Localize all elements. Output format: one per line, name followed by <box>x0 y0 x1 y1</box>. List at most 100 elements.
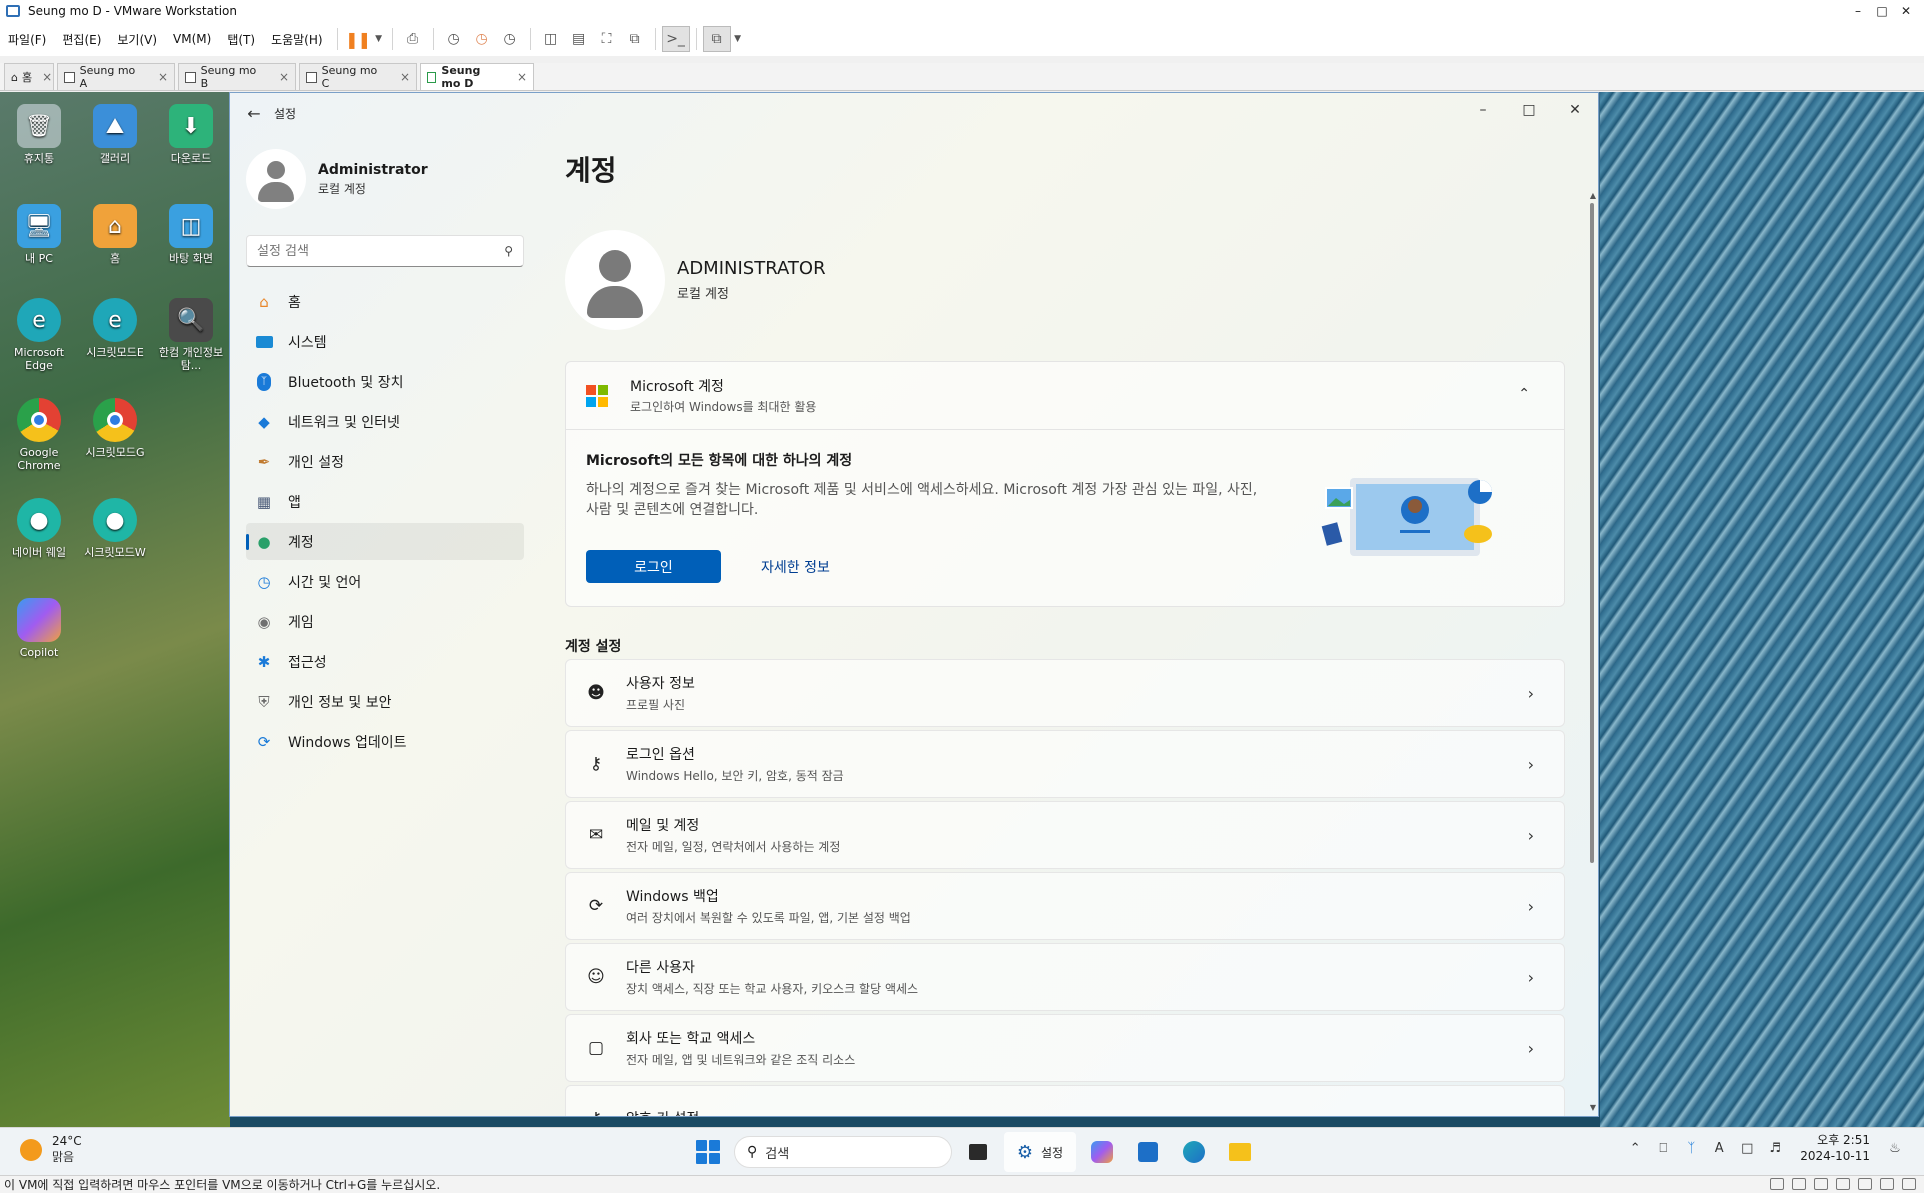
usb-icon[interactable]: ⎕ <box>1654 1139 1672 1157</box>
desktop-icon-gallery[interactable]: ⛰ 갤러리 <box>80 104 150 165</box>
tab-home[interactable]: ⌂ 홈 × <box>4 63 54 90</box>
desktop-icon-chrome[interactable]: Google Chrome <box>4 398 74 472</box>
menu-tabs[interactable]: 탭(T) <box>219 31 263 48</box>
sidebar-item-accounts[interactable]: ● 계정 <box>246 523 524 560</box>
desktop-icon-recycle-bin[interactable]: 🗑 휴지통 <box>4 104 74 165</box>
desktop-icon-secret-chrome[interactable]: 시크릿모드G <box>80 398 150 459</box>
full-screen-icon[interactable]: ⛶ <box>593 26 621 52</box>
scroll-up-arrow-icon[interactable]: ▲ <box>1590 191 1596 200</box>
bluetooth-icon[interactable]: ᛉ <box>1682 1139 1700 1157</box>
scroll-down-arrow-icon[interactable]: ▼ <box>1590 1103 1596 1112</box>
chevron-up-icon[interactable]: ⌃ <box>1626 1139 1644 1157</box>
desktop-icon-secret-whale[interactable]: ● 시크릿모드W <box>80 498 150 559</box>
chevron-up-icon[interactable]: ⌃ <box>1518 386 1530 402</box>
network-icon[interactable]: □ <box>1738 1139 1756 1157</box>
sound-card-icon[interactable] <box>1858 1178 1872 1190</box>
taskbar-app-settings[interactable]: ⚙ 설정 <box>1004 1132 1076 1172</box>
stretch-dropdown-icon[interactable]: ▼ <box>731 26 745 52</box>
copilot-icon[interactable] <box>1082 1132 1122 1172</box>
close-icon[interactable]: × <box>517 70 527 84</box>
snapshot-icon[interactable]: ◷ <box>440 26 468 52</box>
list-item-other-users[interactable]: ☺ 다른 사용자 장치 액세스, 직장 또는 학교 사용자, 키오스크 할당 액… <box>565 943 1565 1011</box>
desktop-icon-whale[interactable]: ● 네이버 웨일 <box>4 498 74 559</box>
tab-seung-mo-a[interactable]: Seung mo A × <box>57 63 175 90</box>
send-ctrl-alt-del-icon[interactable]: ⎙ <box>399 26 427 52</box>
console-view-icon[interactable]: >_ <box>661 26 690 52</box>
back-arrow-icon[interactable]: ← <box>234 93 274 133</box>
scrollbar-thumb[interactable] <box>1590 203 1594 863</box>
desktop-icon-this-pc[interactable]: 🖥 내 PC <box>4 204 74 265</box>
sidebar-item-windows-update[interactable]: ⟳ Windows 업데이트 <box>246 723 524 760</box>
list-item-sign-in-options[interactable]: ⚷ 로그인 옵션 Windows Hello, 보안 키, 암호, 동적 잠금 … <box>565 730 1565 798</box>
hard-disk-icon[interactable] <box>1770 1178 1784 1190</box>
settings-search-box[interactable]: ⚲ <box>246 235 524 267</box>
file-explorer-icon[interactable] <box>1220 1132 1260 1172</box>
menu-vm[interactable]: VM(M) <box>165 32 219 46</box>
task-view-icon[interactable] <box>958 1132 998 1172</box>
sidebar-item-system[interactable]: 시스템 <box>246 323 524 360</box>
close-icon[interactable]: × <box>42 70 52 84</box>
settings-window[interactable]: ← 설정 – □ ✕ Administrator 로컬 계정 ⚲ ⌂ 홈 시스템… <box>229 92 1599 1117</box>
desktop-icon-desktop[interactable]: ◫ 바탕 화면 <box>156 204 226 265</box>
tab-seung-mo-b[interactable]: Seung mo B × <box>178 63 296 90</box>
sidebar-item-home[interactable]: ⌂ 홈 <box>246 283 524 320</box>
maximize-button[interactable]: □ <box>1870 2 1894 20</box>
sidebar-item-gaming[interactable]: ◉ 게임 <box>246 603 524 640</box>
cd-dvd-icon[interactable] <box>1792 1178 1806 1190</box>
pause-dropdown-icon[interactable]: ▼ <box>372 26 386 52</box>
notification-bell-icon[interactable]: ♨ <box>1886 1139 1904 1157</box>
list-item-windows-backup[interactable]: ⟳ Windows 백업 여러 장치에서 복원할 수 있도록 파일, 앱, 기본… <box>565 872 1565 940</box>
desktop-icon-copilot[interactable]: Copilot <box>4 598 74 659</box>
list-item-passkey[interactable]: ⚷ 암호 키 설정 › <box>565 1085 1565 1116</box>
close-icon[interactable]: × <box>279 70 289 84</box>
close-button[interactable]: ✕ <box>1894 2 1918 20</box>
close-icon[interactable]: × <box>158 70 168 84</box>
stretch-guest-icon[interactable]: ⧉ <box>702 26 731 52</box>
microsoft-account-card-header[interactable]: Microsoft 계정 로그인하여 Windows를 최대한 활용 ⌃ <box>566 362 1564 430</box>
list-item-work-school[interactable]: ▢ 회사 또는 학교 액세스 전자 메일, 앱 및 네트워크와 같은 조직 리소… <box>565 1014 1565 1082</box>
fit-guest-icon[interactable] <box>1902 1178 1916 1190</box>
snapshot-manager-icon[interactable]: ◷ <box>496 26 524 52</box>
menu-view[interactable]: 보기(V) <box>109 31 165 48</box>
start-button[interactable] <box>688 1132 728 1172</box>
desktop-icon-downloads[interactable]: ⬇ 다운로드 <box>156 104 226 165</box>
learn-more-link[interactable]: 자세한 정보 <box>761 557 830 577</box>
search-input[interactable] <box>257 243 505 259</box>
clock[interactable]: 오후 2:51 2024-10-11 <box>1800 1132 1870 1164</box>
menu-edit[interactable]: 편집(E) <box>54 31 109 48</box>
menu-file[interactable]: 파일(F) <box>0 31 54 48</box>
unity-icon[interactable]: ⧉ <box>621 26 649 52</box>
sidebar-item-privacy[interactable]: ⛨ 개인 정보 및 보안 <box>246 683 524 720</box>
sidebar-item-bluetooth[interactable]: ᛉ Bluetooth 및 장치 <box>246 363 524 400</box>
taskbar-search[interactable]: ⚲ 검색 <box>734 1136 952 1168</box>
weather-widget[interactable]: 24°C 맑음 <box>20 1134 82 1165</box>
desktop-icon-hancom[interactable]: 🔍 한컴 개인정보탐... <box>156 298 226 372</box>
desktop-icon-secret-edge[interactable]: e 시크릿모드E <box>80 298 150 359</box>
sidebar-item-personalization[interactable]: ✒ 개인 설정 <box>246 443 524 480</box>
menu-help[interactable]: 도움말(H) <box>263 31 331 48</box>
network-adapter-icon[interactable] <box>1814 1178 1828 1190</box>
sidebar-item-network[interactable]: ◆ 네트워크 및 인터넷 <box>246 403 524 440</box>
pause-icon[interactable]: ❚❚ <box>344 26 372 52</box>
list-item-email-accounts[interactable]: ✉ 메일 및 계정 전자 메일, 일정, 연락처에서 사용하는 계정 › <box>565 801 1565 869</box>
sidebar-item-time-language[interactable]: ◷ 시간 및 언어 <box>246 563 524 600</box>
sign-in-button[interactable]: 로그인 <box>586 550 721 583</box>
library-icon[interactable]: ◫ <box>537 26 565 52</box>
desktop-icon-home[interactable]: ⌂ 홈 <box>80 204 150 265</box>
message-log-icon[interactable] <box>1880 1178 1894 1190</box>
sidebar-user-card[interactable]: Administrator 로컬 계정 <box>246 149 428 209</box>
tab-seung-mo-d[interactable]: Seung mo D × <box>420 63 534 90</box>
usb-device-icon[interactable] <box>1836 1178 1850 1190</box>
desktop-icon-edge[interactable]: e Microsoft Edge <box>4 298 74 372</box>
list-item-user-info[interactable]: ☻ 사용자 정보 프로필 사진 › <box>565 659 1565 727</box>
thumbnail-bar-icon[interactable]: ▤ <box>565 26 593 52</box>
store-icon[interactable] <box>1128 1132 1168 1172</box>
sidebar-item-accessibility[interactable]: ✱ 접근성 <box>246 643 524 680</box>
search-icon[interactable]: ⚲ <box>504 244 513 258</box>
ime-icon[interactable]: A <box>1710 1139 1728 1157</box>
minimize-button[interactable]: – <box>1846 2 1870 20</box>
revert-snapshot-icon[interactable]: ◷ <box>468 26 496 52</box>
close-icon[interactable]: × <box>400 70 410 84</box>
tab-seung-mo-c[interactable]: Seung mo C × <box>299 63 417 90</box>
volume-icon[interactable]: ♬ <box>1766 1139 1784 1157</box>
